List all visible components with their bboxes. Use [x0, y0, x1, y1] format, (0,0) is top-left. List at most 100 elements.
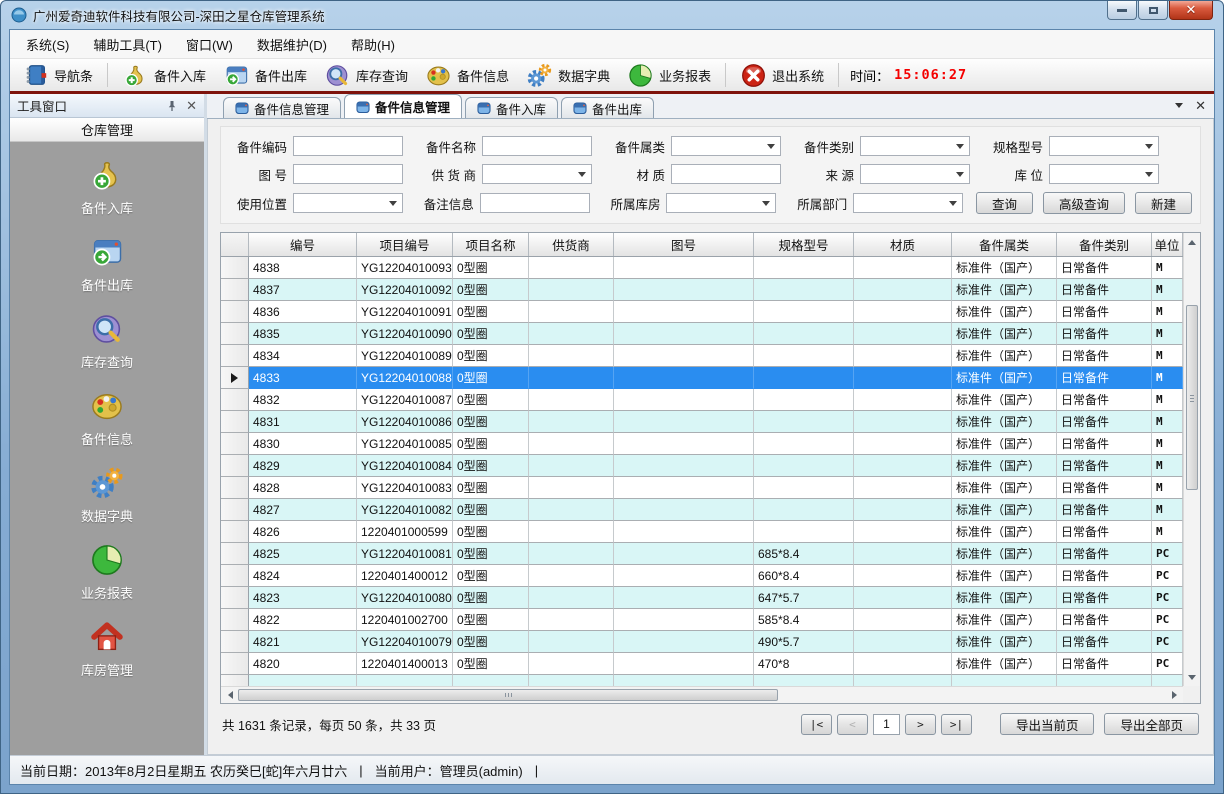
toolbar-stock-search-button[interactable]: 库存查询 — [317, 60, 415, 91]
row-gutter[interactable] — [221, 565, 249, 587]
sidebar-item-parts-info[interactable]: 备件信息 — [81, 388, 133, 448]
vertical-scrollbar-thumb[interactable] — [1186, 305, 1198, 490]
drawing-no-input[interactable] — [293, 164, 403, 184]
tool-window-close-icon[interactable]: ✕ — [186, 99, 197, 112]
spare-class-select[interactable] — [860, 136, 970, 156]
row-gutter[interactable] — [221, 455, 249, 477]
scroll-right-arrow-icon[interactable] — [1167, 687, 1182, 703]
row-gutter[interactable] — [221, 323, 249, 345]
sidebar-item-parts-outbound[interactable]: 备件出库 — [81, 234, 133, 294]
table-row[interactable] — [221, 675, 1183, 686]
table-row[interactable]: 4829 YG12204010084 0型圈 标准件（国产） 日常备件 M — [221, 455, 1183, 477]
toolbar-parts-inbound-button[interactable]: 备件入库 — [115, 60, 213, 91]
col-header-spec-model[interactable]: 规格型号 — [754, 233, 854, 256]
row-gutter[interactable] — [221, 367, 249, 389]
warehouse-select[interactable] — [666, 193, 776, 213]
row-gutter[interactable] — [221, 345, 249, 367]
tab-parts-info-management-1[interactable]: 备件信息管理 — [223, 97, 341, 118]
menu-window[interactable]: 窗口(W) — [174, 30, 245, 59]
row-gutter[interactable] — [221, 411, 249, 433]
spare-code-input[interactable] — [293, 136, 403, 156]
pin-icon[interactable] — [166, 100, 178, 112]
previous-page-button[interactable]: < — [837, 714, 868, 735]
col-header-class[interactable]: 备件类别 — [1057, 233, 1152, 256]
col-header-material[interactable]: 材质 — [854, 233, 952, 256]
tab-parts-outbound[interactable]: 备件出库 — [561, 97, 654, 118]
scroll-left-arrow-icon[interactable] — [222, 687, 237, 703]
row-gutter[interactable] — [221, 499, 249, 521]
spare-name-input[interactable] — [482, 136, 592, 156]
row-gutter[interactable] — [221, 389, 249, 411]
col-header-supplier[interactable]: 供货商 — [529, 233, 614, 256]
material-input[interactable] — [671, 164, 781, 184]
scroll-down-arrow-icon[interactable] — [1184, 670, 1200, 685]
maximize-button[interactable] — [1138, 1, 1168, 20]
advanced-query-button[interactable]: 高级查询 — [1043, 192, 1125, 214]
toolbar-parts-info-button[interactable]: 备件信息 — [418, 60, 516, 91]
menu-tools[interactable]: 辅助工具(T) — [81, 30, 174, 59]
sidebar-item-data-dictionary[interactable]: 数据字典 — [81, 465, 133, 525]
first-page-button[interactable]: |< — [801, 714, 832, 735]
col-header-unit[interactable]: 单位 — [1152, 233, 1183, 256]
table-row[interactable]: 4826 1220401000599 0型圈 标准件（国产） 日常备件 M — [221, 521, 1183, 543]
department-select[interactable] — [853, 193, 963, 213]
col-header-project-name[interactable]: 项目名称 — [453, 233, 529, 256]
location-select[interactable] — [1049, 164, 1159, 184]
row-gutter[interactable] — [221, 543, 249, 565]
row-gutter[interactable] — [221, 587, 249, 609]
table-row[interactable]: 4837 YG12204010092 0型圈 标准件（国产） 日常备件 M — [221, 279, 1183, 301]
source-select[interactable] — [860, 164, 970, 184]
table-row[interactable]: 4833 YG12204010088 0型圈 标准件（国产） 日常备件 M — [221, 367, 1183, 389]
spare-category-select[interactable] — [671, 136, 781, 156]
table-row[interactable]: 4838 YG12204010093 0型圈 标准件（国产） 日常备件 M — [221, 257, 1183, 279]
col-header-drawing-no[interactable]: 图号 — [614, 233, 754, 256]
sidebar-item-warehouse-management[interactable]: 库房管理 — [81, 619, 133, 679]
tab-list-chevron-down-icon[interactable] — [1175, 103, 1183, 112]
usage-position-select[interactable] — [293, 193, 403, 213]
col-header-project-no[interactable]: 项目编号 — [357, 233, 453, 256]
tab-parts-inbound[interactable]: 备件入库 — [465, 97, 558, 118]
toolbar-business-report-button[interactable]: 业务报表 — [620, 60, 718, 91]
table-row[interactable]: 4831 YG12204010086 0型圈 标准件（国产） 日常备件 M — [221, 411, 1183, 433]
horizontal-scrollbar-thumb[interactable] — [238, 689, 778, 701]
row-gutter[interactable] — [221, 301, 249, 323]
export-current-page-button[interactable]: 导出当前页 — [1000, 713, 1095, 735]
close-button[interactable]: ✕ — [1169, 1, 1213, 20]
col-header-category[interactable]: 备件属类 — [952, 233, 1057, 256]
warehouse-management-section-header[interactable]: 仓库管理 — [10, 118, 204, 142]
toolbar-data-dictionary-button[interactable]: 数据字典 — [519, 60, 617, 91]
row-gutter[interactable] — [221, 521, 249, 543]
scroll-up-arrow-icon[interactable] — [1184, 234, 1200, 249]
table-row[interactable]: 4836 YG12204010091 0型圈 标准件（国产） 日常备件 M — [221, 301, 1183, 323]
sidebar-item-parts-inbound[interactable]: 备件入库 — [81, 157, 133, 217]
row-gutter[interactable] — [221, 477, 249, 499]
toolbar-navigator-button[interactable]: 导航条 — [16, 60, 100, 90]
table-row[interactable]: 4834 YG12204010089 0型圈 标准件（国产） 日常备件 M — [221, 345, 1183, 367]
current-page-input[interactable]: 1 — [873, 714, 900, 735]
table-row[interactable]: 4832 YG12204010087 0型圈 标准件（国产） 日常备件 M — [221, 389, 1183, 411]
menu-data-maintenance[interactable]: 数据维护(D) — [245, 30, 339, 59]
table-row[interactable]: 4830 YG12204010085 0型圈 标准件（国产） 日常备件 M — [221, 433, 1183, 455]
col-header-number[interactable]: 编号 — [249, 233, 357, 256]
last-page-button[interactable]: >| — [941, 714, 972, 735]
menu-system[interactable]: 系统(S) — [14, 30, 81, 59]
toolbar-exit-button[interactable]: 退出系统 — [733, 60, 831, 91]
row-gutter[interactable] — [221, 653, 249, 675]
row-gutter[interactable] — [221, 631, 249, 653]
menu-help[interactable]: 帮助(H) — [339, 30, 407, 59]
table-row[interactable]: 4827 YG12204010082 0型圈 标准件（国产） 日常备件 M — [221, 499, 1183, 521]
row-gutter[interactable] — [221, 279, 249, 301]
table-row[interactable]: 4824 1220401400012 0型圈 660*8.4 标准件（国产） 日… — [221, 565, 1183, 587]
row-gutter[interactable] — [221, 257, 249, 279]
export-all-pages-button[interactable]: 导出全部页 — [1104, 713, 1199, 735]
row-gutter[interactable] — [221, 609, 249, 631]
supplier-select[interactable] — [482, 164, 592, 184]
horizontal-scrollbar[interactable] — [221, 686, 1183, 703]
table-row[interactable]: 4822 1220401002700 0型圈 585*8.4 标准件（国产） 日… — [221, 609, 1183, 631]
table-row[interactable]: 4825 YG12204010081 0型圈 685*8.4 标准件（国产） 日… — [221, 543, 1183, 565]
row-gutter[interactable] — [221, 675, 249, 686]
query-button[interactable]: 查询 — [976, 192, 1033, 214]
remark-input[interactable] — [480, 193, 590, 213]
sidebar-item-business-report[interactable]: 业务报表 — [81, 542, 133, 602]
spec-model-select[interactable] — [1049, 136, 1159, 156]
